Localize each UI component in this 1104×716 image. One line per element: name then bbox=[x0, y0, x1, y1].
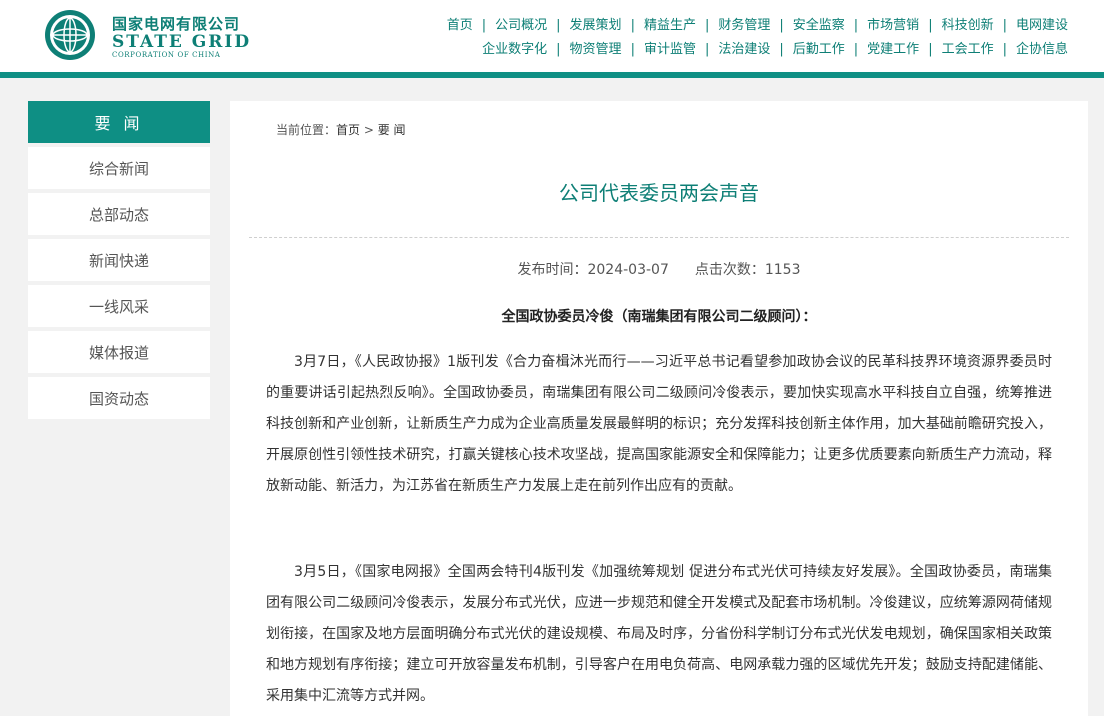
sidebar-heading[interactable]: 要 闻 bbox=[28, 101, 210, 143]
sidebar-item-general-news[interactable]: 综合新闻 bbox=[28, 147, 210, 189]
breadcrumb-prefix: 当前位置： bbox=[276, 123, 337, 137]
breadcrumb-current[interactable]: 要 闻 bbox=[378, 123, 406, 137]
nav-item-safety[interactable]: 安全监察 bbox=[793, 18, 845, 33]
nav-separator: | bbox=[853, 42, 859, 57]
nav-item-finance[interactable]: 财务管理 bbox=[718, 18, 770, 33]
nav-separator: | bbox=[556, 18, 561, 33]
nav-item-development-planning[interactable]: 发展策划 bbox=[570, 18, 622, 33]
article-title: 公司代表委员两会声音 bbox=[559, 181, 759, 205]
site-logo[interactable]: 国家电网有限公司 STATE GRID CORPORATION OF CHINA bbox=[44, 9, 254, 61]
nav-separator: | bbox=[779, 18, 784, 33]
nav-separator: | bbox=[704, 18, 710, 33]
nav-item-logistics[interactable]: 后勤工作 bbox=[793, 42, 845, 57]
sidebar: 要 闻 综合新闻 总部动态 新闻快递 一线风采 媒体报道 国资动态 bbox=[28, 101, 210, 419]
brand-name-cn: 国家电网有限公司 bbox=[112, 15, 241, 33]
main-nav-row-1: 首页 | 公司概况 | 发展策划 | 精益生产 | 财务管理 | 安全监察 | 市场营销 | 科技创新 | 电网… bbox=[447, 14, 1068, 33]
nav-item-digitalization[interactable]: 企业数字化 bbox=[482, 42, 547, 57]
nav-item-home[interactable]: 首页 bbox=[447, 18, 473, 33]
nav-separator: | bbox=[779, 42, 784, 57]
title-divider bbox=[249, 237, 1069, 238]
nav-item-grid-construction[interactable]: 电网建设 bbox=[1016, 18, 1068, 33]
breadcrumb-home-link[interactable]: 首页 bbox=[336, 123, 360, 137]
sidebar-item-frontline[interactable]: 一线风采 bbox=[28, 285, 210, 327]
sidebar-item-state-assets[interactable]: 国资动态 bbox=[28, 377, 210, 419]
publish-date: 发布时间：2024-03-07 bbox=[517, 262, 669, 278]
nav-separator: | bbox=[1002, 42, 1007, 57]
nav-item-union[interactable]: 工会工作 bbox=[942, 42, 994, 57]
nav-separator: | bbox=[481, 18, 487, 33]
state-grid-emblem-icon bbox=[45, 10, 95, 60]
article-subhead: 全国政协委员冷俊（南瑞集团有限公司二级顾问）： bbox=[501, 309, 817, 325]
nav-separator: | bbox=[556, 42, 561, 57]
nav-separator: | bbox=[1002, 18, 1007, 33]
brand-name-en-sub: CORPORATION OF CHINA bbox=[112, 51, 221, 59]
sidebar-item-media-reports[interactable]: 媒体报道 bbox=[28, 331, 210, 373]
nav-separator: | bbox=[704, 42, 710, 57]
nav-item-lean-production[interactable]: 精益生产 bbox=[644, 18, 696, 33]
article-meta: 发布时间：2024-03-07 点击次数：1153 bbox=[230, 259, 1088, 279]
nav-separator: | bbox=[630, 42, 635, 57]
nav-separator: | bbox=[630, 18, 635, 33]
nav-item-marketing[interactable]: 市场营销 bbox=[867, 18, 919, 33]
nav-item-innovation[interactable]: 科技创新 bbox=[942, 18, 994, 33]
article-paragraph: 3月5日，《国家电网报》全国两会特刊4版刊发《加强统筹规划 促进分布式光伏可持续… bbox=[266, 564, 1052, 704]
view-count: 点击次数：1153 bbox=[694, 262, 801, 278]
nav-item-rule-of-law[interactable]: 法治建设 bbox=[718, 42, 770, 57]
nav-item-company-overview[interactable]: 公司概况 bbox=[495, 18, 547, 33]
nav-separator: | bbox=[928, 18, 933, 33]
article-paragraph: 3月7日，《人民政协报》1版刊发《合力奋楫沐光而行——习近平总书记看望参加政协会… bbox=[266, 354, 1052, 494]
nav-separator: | bbox=[853, 18, 859, 33]
article-panel: 当前位置：首页 > 要 闻 公司代表委员两会声音 发布时间：2024-03-07… bbox=[230, 101, 1088, 716]
header-accent-bar bbox=[0, 72, 1104, 78]
main-nav-row-2: 企业数字化 | 物资管理 | 审计监管 | 法治建设 | 后勤工作 | 党建工作 | 工会工作 | 企协信息 bbox=[482, 38, 1068, 57]
nav-separator: | bbox=[928, 42, 933, 57]
breadcrumb: 当前位置：首页 > 要 闻 bbox=[276, 121, 406, 138]
sidebar-item-headquarters[interactable]: 总部动态 bbox=[28, 193, 210, 235]
nav-item-enterprise-association[interactable]: 企协信息 bbox=[1016, 42, 1068, 57]
nav-item-audit[interactable]: 审计监管 bbox=[644, 42, 696, 57]
breadcrumb-separator: > bbox=[360, 123, 378, 137]
brand-name-en: STATE GRID bbox=[112, 32, 252, 52]
nav-item-party-building[interactable]: 党建工作 bbox=[867, 42, 919, 57]
sidebar-item-news-express[interactable]: 新闻快递 bbox=[28, 239, 210, 281]
site-header: 国家电网有限公司 STATE GRID CORPORATION OF CHINA… bbox=[0, 0, 1104, 72]
nav-item-materials[interactable]: 物资管理 bbox=[570, 42, 622, 57]
